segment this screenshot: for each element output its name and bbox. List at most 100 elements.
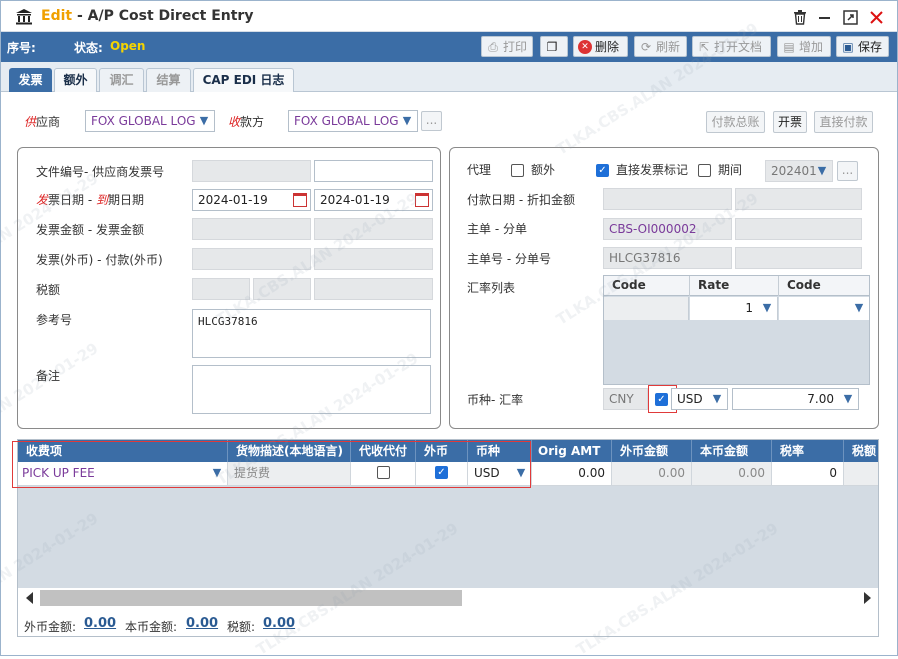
exchange-rate-value: 7.00 — [807, 392, 834, 406]
period-select[interactable]: 202401 ▼ — [765, 160, 833, 182]
delete-icon: ✕ — [578, 39, 592, 54]
local-amt-value: 0.00 — [738, 466, 765, 480]
window-title: Edit - A/P Cost Direct Entry — [41, 8, 253, 24]
rate-cell-code-2[interactable]: ▼ — [779, 297, 869, 320]
invoice-button[interactable]: 开票 — [773, 111, 807, 133]
master-field: CBS-OI000002 — [603, 218, 732, 240]
rate-cell-code[interactable] — [604, 297, 689, 320]
delete-button[interactable]: ✕ 删除 — [573, 36, 628, 57]
scroll-right-icon[interactable] — [864, 592, 871, 604]
grid-header-orig-amt[interactable]: Orig AMT — [532, 440, 612, 462]
grid-header-tax-rate[interactable]: 税率 — [772, 440, 844, 462]
payee-label-mark: 收 — [228, 115, 241, 129]
chevron-down-icon: ▼ — [762, 301, 772, 314]
payment-foreign-field — [314, 248, 433, 270]
vendor-invoice-no-input[interactable] — [314, 160, 433, 182]
chevron-down-icon: ▼ — [817, 164, 827, 177]
direct-invoice-checkbox[interactable]: ✓ — [596, 164, 609, 177]
chevron-down-icon: ▼ — [402, 114, 412, 127]
chevron-down-icon: ▼ — [854, 301, 864, 314]
rate-header-rate: Rate — [698, 278, 730, 292]
minimize-icon[interactable] — [819, 17, 830, 19]
save-icon: ▣ — [842, 39, 854, 54]
vendor-select[interactable]: FOX GLOBAL LOG ▼ — [85, 110, 215, 132]
tab-settlement[interactable]: 结算 — [146, 68, 191, 92]
tab-cap-edi-log[interactable]: CAP EDI 日志 — [193, 68, 294, 92]
reference-input[interactable]: HLCG37816 — [192, 309, 431, 358]
extra-checkbox[interactable] — [511, 164, 524, 177]
payee-select[interactable]: FOX GLOBAL LOG ▼ — [288, 110, 418, 132]
seq-label: 序号: — [7, 41, 36, 55]
foreign-currency-checkbox[interactable]: ✓ — [655, 393, 668, 406]
grid-header-local-amt[interactable]: 本币金额 — [692, 440, 772, 462]
copy-button[interactable]: ❐ — [540, 36, 568, 57]
tab-extra[interactable]: 额外 — [54, 68, 97, 92]
period-lookup-button[interactable]: ... — [837, 161, 858, 181]
period-checkbox[interactable] — [698, 164, 711, 177]
direct-pay-button[interactable]: 直接付款 — [814, 111, 873, 133]
invoice-date-value: 2024-01-19 — [198, 193, 268, 207]
period-value: 202401 — [771, 164, 817, 178]
base-currency-value: CNY — [609, 392, 634, 406]
rate-list-table: Code Rate Code 1 ▼ ▼ — [603, 275, 870, 385]
exchange-rate-input[interactable]: 7.00 ▼ — [732, 388, 859, 410]
invoice-foreign-field — [192, 248, 311, 270]
period-label: 期间 — [718, 163, 743, 177]
rate-list-label: 汇率列表 — [467, 281, 516, 295]
horizontal-scrollbar[interactable] — [18, 588, 878, 608]
grid-cell-tax — [844, 462, 878, 486]
master-label: 主单 - 分单 — [467, 222, 527, 236]
local-total-value: 0.00 — [186, 616, 219, 631]
grid-header-tax[interactable]: 税额 — [844, 440, 878, 462]
house-no-field — [735, 247, 862, 269]
invoice-date-input[interactable]: 2024-01-19 — [192, 189, 311, 211]
house-field — [735, 218, 862, 240]
pay-date-label: 付款日期 - 折扣金额 — [467, 193, 575, 207]
refresh-icon: ⟳ — [640, 39, 652, 54]
save-button[interactable]: ▣ 保存 — [836, 36, 889, 57]
chevron-down-icon: ▼ — [199, 114, 209, 127]
vendor-value: FOX GLOBAL LOG — [91, 114, 196, 128]
scrollbar-thumb[interactable] — [40, 590, 462, 606]
reference-value: HLCG37816 — [198, 315, 258, 328]
invoice-amount-field — [192, 218, 311, 240]
printer-icon: ⎙ — [488, 39, 498, 54]
invoice-date-label: 发票日期 - 到期日期 — [36, 191, 144, 208]
due-date-input[interactable]: 2024-01-19 — [314, 189, 433, 211]
remark-input[interactable] — [192, 365, 431, 414]
close-icon[interactable] — [870, 11, 883, 24]
payment-total-button[interactable]: 付款总账 — [706, 111, 765, 133]
foreign-currency-select[interactable]: USD ▼ — [671, 388, 728, 410]
tab-invoice[interactable]: 发票 — [9, 68, 52, 92]
tab-adjust[interactable]: 调汇 — [99, 68, 144, 92]
save-label: 保存 — [858, 40, 883, 54]
tab-bar: 发票 额外 调汇 结算 CAP EDI 日志 — [1, 62, 897, 92]
open-document-button[interactable]: ⇱ 打开文档 — [692, 36, 771, 57]
master-no-label: 主单号 - 分单号 — [467, 252, 551, 266]
print-button[interactable]: ⎙ 打印 — [481, 36, 533, 57]
scroll-left-icon[interactable] — [26, 592, 33, 604]
calendar-icon[interactable] — [293, 193, 307, 207]
grid-cell-local-amt: 0.00 — [692, 462, 772, 486]
open-document-label: 打开文档 — [714, 40, 763, 54]
payee-lookup-button[interactable]: ... — [421, 111, 442, 131]
payee-label-text: 款方 — [240, 115, 265, 129]
open-doc-icon: ⇱ — [698, 39, 710, 54]
rate-value: 1 — [745, 301, 753, 315]
vendor-label: 供应商 — [24, 113, 60, 130]
extra-label: 额外 — [531, 163, 556, 177]
add-button[interactable]: ▤ 增加 — [777, 36, 831, 57]
calendar-icon[interactable] — [415, 193, 429, 207]
maximize-icon[interactable] — [843, 10, 858, 25]
grid-cell-tax-rate[interactable]: 0 — [772, 462, 844, 486]
copy-icon: ❐ — [546, 39, 558, 54]
grid-header-foreign-amt[interactable]: 外币金额 — [612, 440, 692, 462]
master-no-value: HLCG37816 — [609, 251, 681, 265]
rate-cell-rate[interactable]: 1 ▼ — [690, 297, 778, 320]
trash-icon[interactable] — [793, 10, 807, 25]
grid-cell-orig-amt[interactable]: 0.00 — [532, 462, 612, 486]
due-date-text: 期日期 — [108, 193, 145, 207]
tax-total-label: 税额: — [227, 620, 256, 634]
master-no-field: HLCG37816 — [603, 247, 732, 269]
refresh-button[interactable]: ⟳ 刷新 — [634, 36, 687, 57]
